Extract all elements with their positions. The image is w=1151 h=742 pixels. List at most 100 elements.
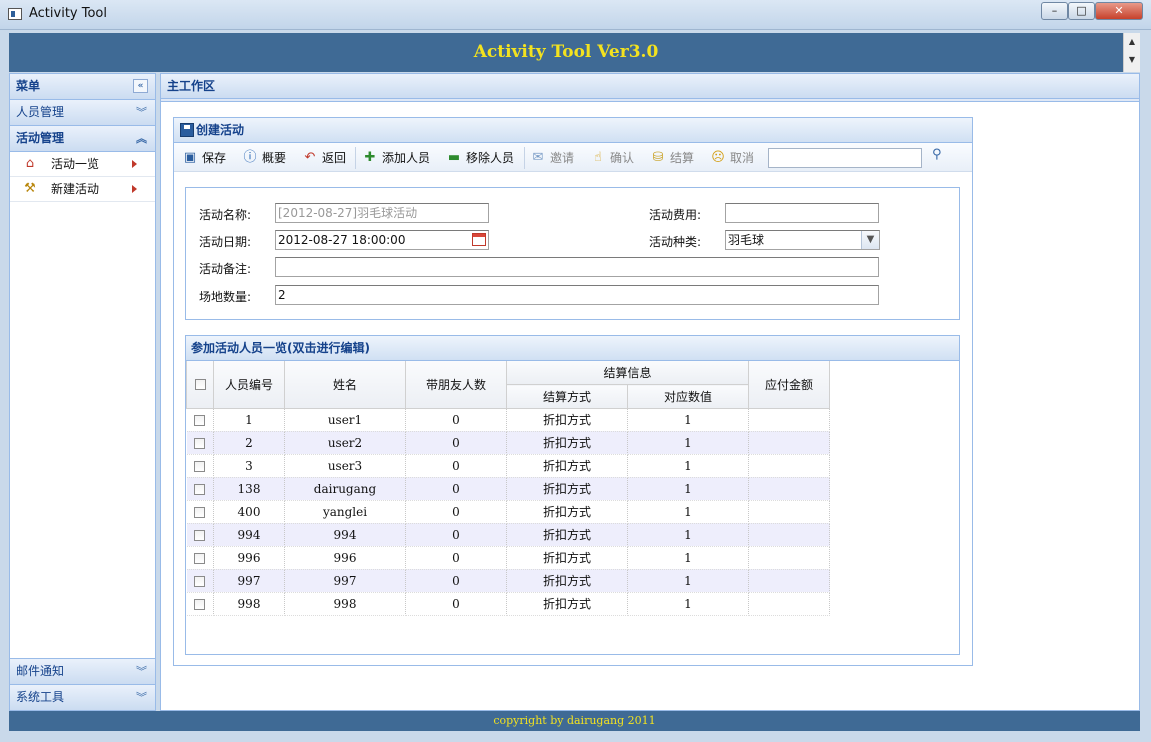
cell-settle-value[interactable]: 1 — [627, 454, 749, 478]
cell-amount[interactable] — [748, 431, 830, 455]
row-checkbox-cell[interactable] — [186, 546, 214, 570]
column-header-settle-method[interactable]: 结算方式 — [506, 384, 628, 409]
sidebar-item-activity-list[interactable]: ⌂ 活动一览 — [10, 152, 155, 177]
cell-name[interactable]: user1 — [284, 408, 406, 432]
cell-settle-value[interactable]: 1 — [627, 592, 749, 616]
cell-amount[interactable] — [748, 454, 830, 478]
cell-friends[interactable]: 0 — [405, 500, 507, 524]
chevron-down-icon[interactable]: ︾ — [136, 685, 147, 710]
cell-name[interactable]: 996 — [284, 546, 406, 570]
confirm-button[interactable]: ☝ 确认 — [590, 148, 634, 168]
venue-count-input[interactable]: 2 — [275, 285, 879, 305]
cell-settle-method[interactable]: 折扣方式 — [506, 523, 628, 547]
row-checkbox-cell[interactable] — [186, 569, 214, 593]
cell-settle-value[interactable]: 1 — [627, 523, 749, 547]
cell-amount[interactable] — [748, 477, 830, 501]
cell-id[interactable]: 994 — [213, 523, 285, 547]
cell-settle-value[interactable]: 1 — [627, 408, 749, 432]
save-button[interactable]: ▣ 保存 — [182, 148, 226, 168]
sidebar-section-tools[interactable]: 系统工具 ︾ — [10, 684, 155, 710]
cell-id[interactable]: 2 — [213, 431, 285, 455]
invite-button[interactable]: ✉ 邀请 — [530, 148, 574, 168]
cell-settle-method[interactable]: 折扣方式 — [506, 477, 628, 501]
cell-amount[interactable] — [748, 592, 830, 616]
sidebar-section-activity[interactable]: 活动管理 ︽ — [10, 126, 155, 152]
cell-name[interactable]: 994 — [284, 523, 406, 547]
table-row[interactable]: 996 996 0 折扣方式 1 — [186, 546, 830, 570]
minimize-button[interactable]: – — [1041, 2, 1068, 20]
table-row[interactable]: 400 yanglei 0 折扣方式 1 — [186, 500, 830, 524]
cell-settle-value[interactable]: 1 — [627, 546, 749, 570]
cell-amount[interactable] — [748, 408, 830, 432]
cell-amount[interactable] — [748, 546, 830, 570]
cell-friends[interactable]: 0 — [405, 477, 507, 501]
chevron-down-icon[interactable]: ︾ — [136, 100, 147, 125]
cell-name[interactable]: 997 — [284, 569, 406, 593]
cell-name[interactable]: dairugang — [284, 477, 406, 501]
back-button[interactable]: ↶ 返回 — [302, 148, 346, 168]
cell-settle-value[interactable]: 1 — [627, 431, 749, 455]
row-checkbox[interactable] — [194, 575, 206, 587]
table-row[interactable]: 2 user2 0 折扣方式 1 — [186, 431, 830, 455]
activity-name-input[interactable]: [2012-08-27]羽毛球活动 — [275, 203, 489, 223]
scroll-down-icon[interactable]: ▼ — [1124, 51, 1140, 69]
cell-settle-value[interactable]: 1 — [627, 500, 749, 524]
cell-settle-method[interactable]: 折扣方式 — [506, 454, 628, 478]
cell-id[interactable]: 996 — [213, 546, 285, 570]
search-input[interactable] — [768, 148, 922, 168]
close-button[interactable]: ✕ — [1095, 2, 1143, 20]
cell-settle-method[interactable]: 折扣方式 — [506, 569, 628, 593]
row-checkbox[interactable] — [194, 529, 206, 541]
cell-settle-method[interactable]: 折扣方式 — [506, 431, 628, 455]
row-checkbox[interactable] — [194, 460, 206, 472]
cell-amount[interactable] — [748, 523, 830, 547]
column-header-friends[interactable]: 带朋友人数 — [405, 361, 507, 409]
row-checkbox[interactable] — [194, 437, 206, 449]
settle-button[interactable]: ⛁ 结算 — [650, 148, 694, 168]
header-scrollbar[interactable]: ▲ ▼ — [1123, 33, 1140, 72]
cell-name[interactable]: 998 — [284, 592, 406, 616]
sidebar-section-mail[interactable]: 邮件通知 ︾ — [10, 658, 155, 684]
collapse-sidebar-icon[interactable]: « — [133, 79, 148, 93]
row-checkbox[interactable] — [194, 483, 206, 495]
table-row[interactable]: 1 user1 0 折扣方式 1 — [186, 408, 830, 432]
row-checkbox-cell[interactable] — [186, 408, 214, 432]
table-row[interactable]: 994 994 0 折扣方式 1 — [186, 523, 830, 547]
cell-friends[interactable]: 0 — [405, 592, 507, 616]
table-row[interactable]: 3 user3 0 折扣方式 1 — [186, 454, 830, 478]
chevron-down-icon[interactable]: ︾ — [136, 659, 147, 684]
cell-settle-method[interactable]: 折扣方式 — [506, 500, 628, 524]
cancel-button[interactable]: ☹ 取消 — [710, 148, 754, 168]
cell-name[interactable]: user2 — [284, 431, 406, 455]
row-checkbox-cell[interactable] — [186, 454, 214, 478]
maximize-button[interactable]: □ — [1068, 2, 1095, 20]
activity-fee-input[interactable] — [725, 203, 879, 223]
table-row[interactable]: 998 998 0 折扣方式 1 — [186, 592, 830, 616]
cell-friends[interactable]: 0 — [405, 569, 507, 593]
cell-id[interactable]: 3 — [213, 454, 285, 478]
cell-friends[interactable]: 0 — [405, 523, 507, 547]
cell-settle-value[interactable]: 1 — [627, 569, 749, 593]
cell-amount[interactable] — [748, 500, 830, 524]
column-header-name[interactable]: 姓名 — [284, 361, 406, 409]
cell-id[interactable]: 997 — [213, 569, 285, 593]
cell-settle-method[interactable]: 折扣方式 — [506, 546, 628, 570]
search-icon[interactable]: ⚲ — [932, 147, 948, 165]
column-header-settle-value[interactable]: 对应数值 — [627, 384, 749, 409]
row-checkbox-cell[interactable] — [186, 523, 214, 547]
table-row[interactable]: 997 997 0 折扣方式 1 — [186, 569, 830, 593]
row-checkbox-cell[interactable] — [186, 477, 214, 501]
cell-id[interactable]: 998 — [213, 592, 285, 616]
select-all-header[interactable] — [186, 361, 214, 409]
row-checkbox[interactable] — [194, 598, 206, 610]
cell-friends[interactable]: 0 — [405, 546, 507, 570]
sidebar-section-personnel[interactable]: 人员管理 ︾ — [10, 100, 155, 126]
cell-name[interactable]: yanglei — [284, 500, 406, 524]
activity-note-input[interactable] — [275, 257, 879, 277]
overview-button[interactable]: ⓘ 概要 — [242, 148, 286, 168]
cell-friends[interactable]: 0 — [405, 408, 507, 432]
cell-settle-method[interactable]: 折扣方式 — [506, 592, 628, 616]
row-checkbox[interactable] — [194, 552, 206, 564]
row-checkbox[interactable] — [194, 414, 206, 426]
row-checkbox-cell[interactable] — [186, 500, 214, 524]
